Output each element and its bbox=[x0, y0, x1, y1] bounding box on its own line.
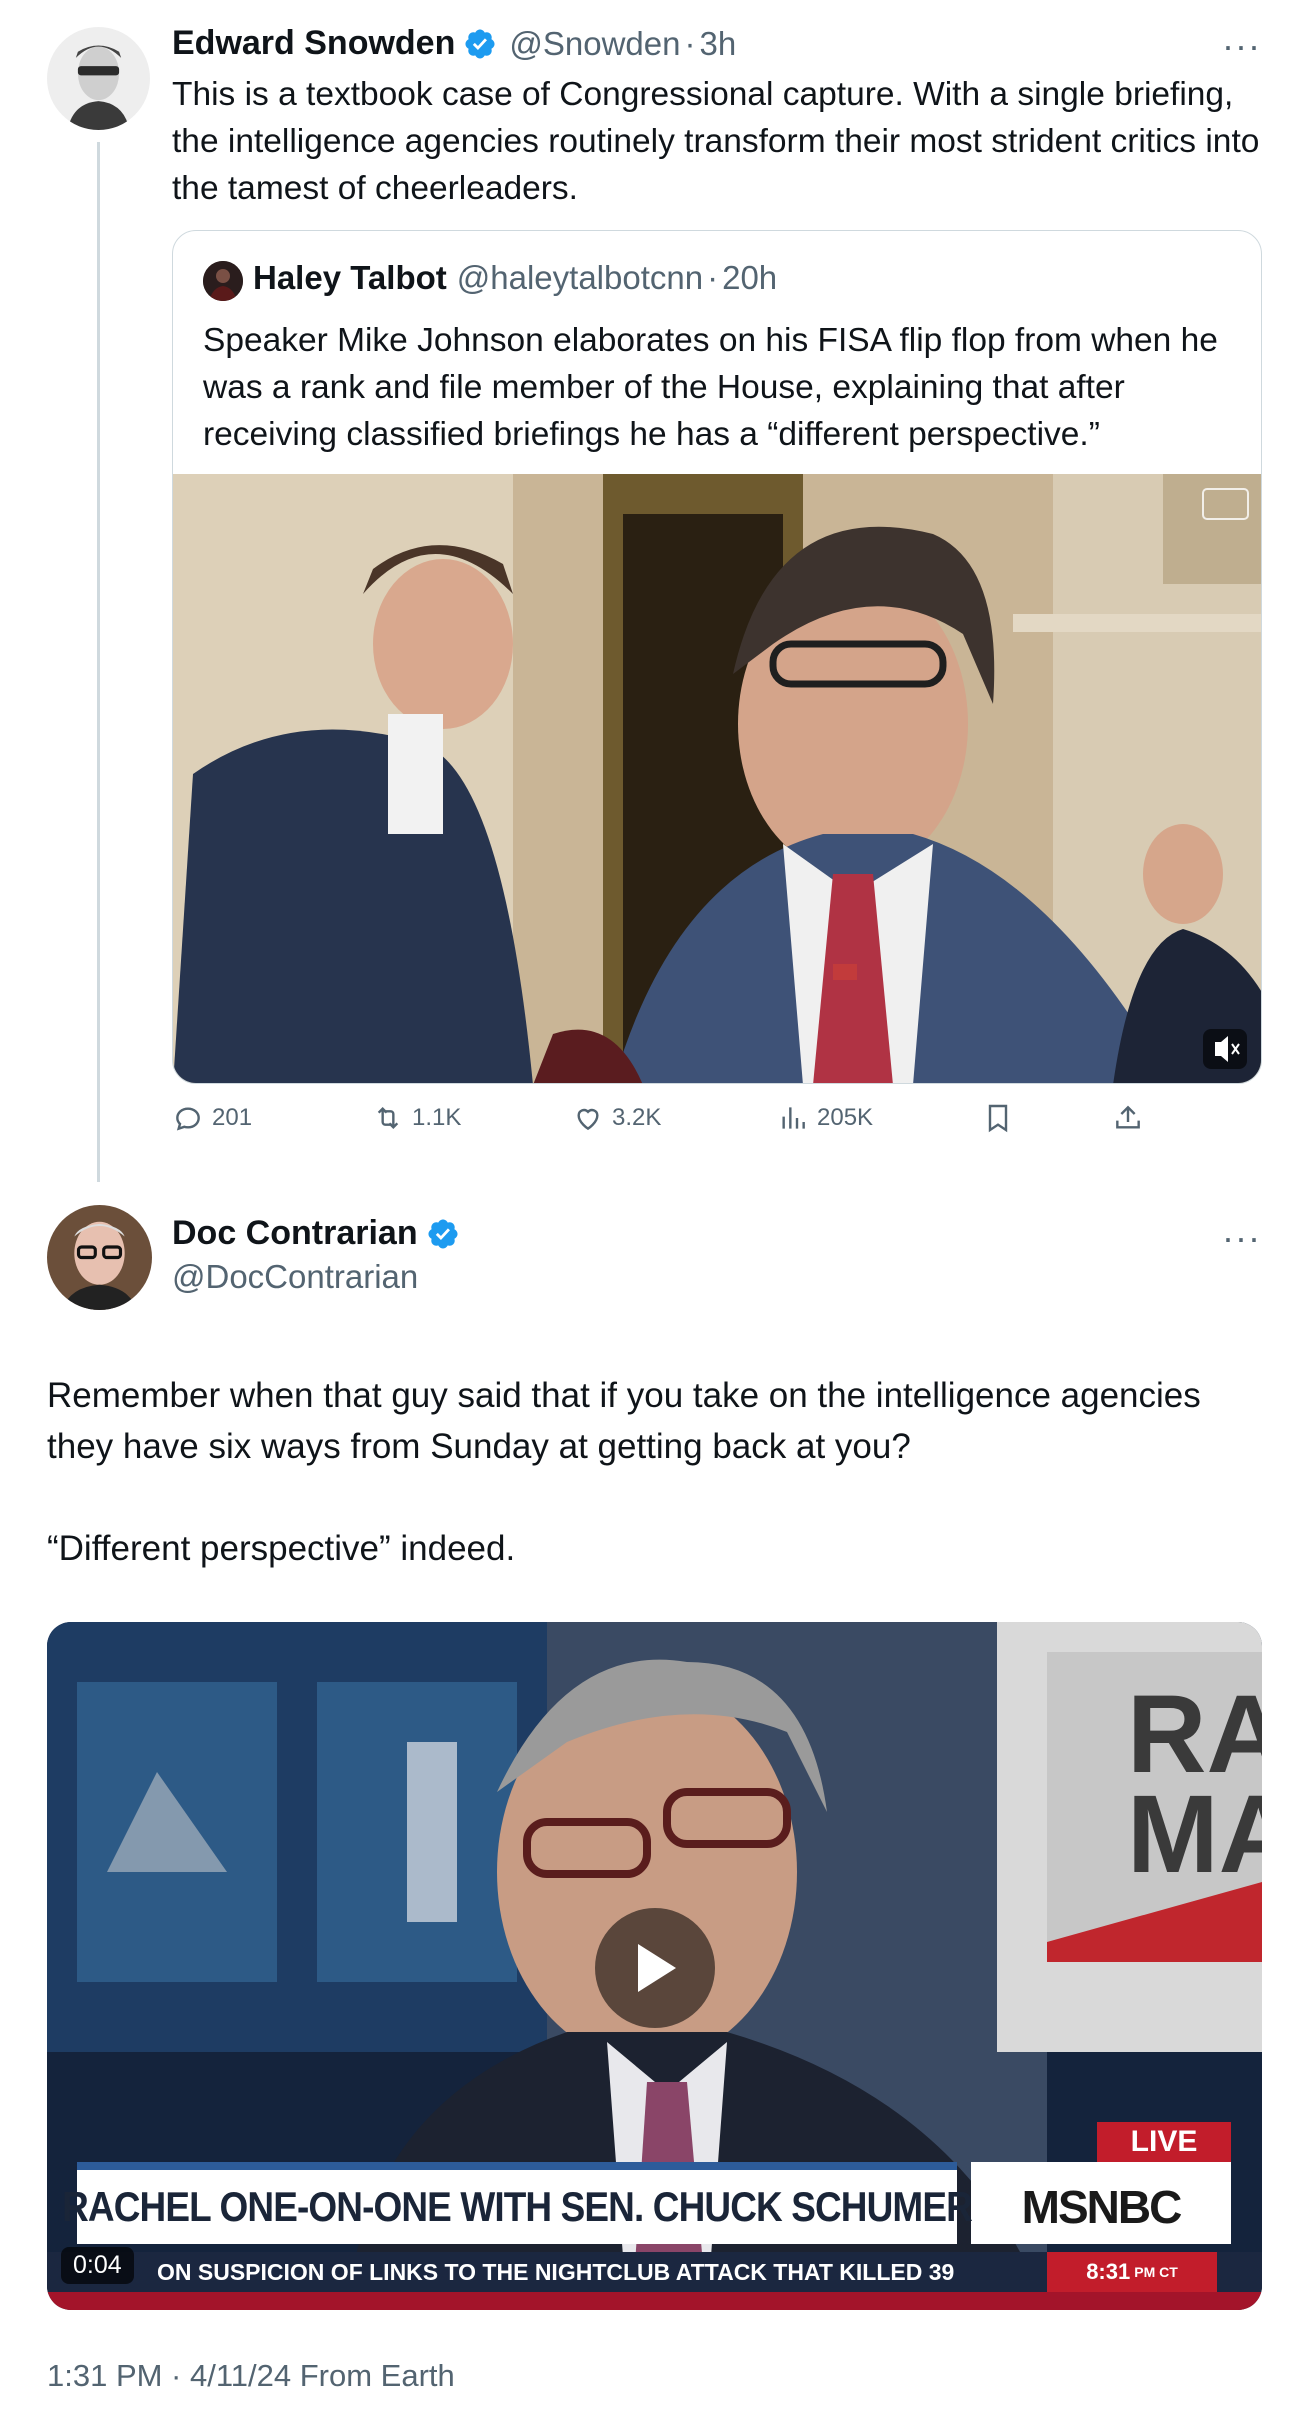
quoted-author-handle[interactable]: @haleytalbotcnn bbox=[457, 259, 703, 297]
views-icon bbox=[782, 1107, 805, 1129]
tweet1-header: Edward Snowden @Snowden · 3h bbox=[172, 24, 736, 63]
bookmark-button[interactable] bbox=[982, 1102, 1022, 1134]
svg-text:MA: MA bbox=[1127, 1773, 1262, 1896]
embedded-video[interactable]: RA MA RACHEL ONE-ON-ONE WITH SEN. CHUCK … bbox=[47, 1622, 1262, 2310]
views-count: 205K bbox=[817, 1104, 874, 1131]
timestamp[interactable]: 3h bbox=[699, 25, 736, 63]
author-handle[interactable]: @Snowden bbox=[509, 25, 680, 63]
author-name[interactable]: Edward Snowden bbox=[172, 24, 455, 63]
more-options-icon[interactable]: ··· bbox=[1222, 28, 1261, 64]
tweet-text-paragraph-2: “Different perspective” indeed. bbox=[47, 1529, 516, 1568]
repost-icon bbox=[377, 1106, 399, 1130]
quoted-tweet-text: Speaker Mike Johnson elaborates on his F… bbox=[203, 322, 1218, 453]
thread-connector-line bbox=[97, 142, 100, 1182]
like-button[interactable]: 3.2K bbox=[572, 1102, 661, 1134]
share-icon bbox=[1116, 1105, 1140, 1129]
quoted-author-name[interactable]: Haley Talbot bbox=[253, 259, 447, 297]
heart-icon bbox=[577, 1108, 599, 1131]
chyron-headline: RACHEL ONE-ON-ONE WITH SEN. CHUCK SCHUME… bbox=[62, 2183, 973, 2230]
reply-button[interactable]: 201 bbox=[172, 1102, 252, 1134]
quoted-tweet-header: Haley Talbot @haleytalbotcnn · 20h bbox=[253, 259, 777, 297]
views-button[interactable]: 205K bbox=[777, 1102, 873, 1134]
avatar-doc-contrarian[interactable] bbox=[47, 1205, 152, 1310]
separator-dot: · bbox=[684, 24, 696, 62]
network-logo: MSNBC bbox=[1021, 2181, 1183, 2233]
verified-badge-icon bbox=[428, 1218, 458, 1249]
news-ticker: ON SUSPICION OF LINKS TO THE NIGHTCLUB A… bbox=[157, 2258, 955, 2285]
like-count: 3.2K bbox=[612, 1104, 662, 1131]
avatar-edward-snowden[interactable] bbox=[47, 27, 150, 130]
verified-badge-icon bbox=[465, 28, 495, 59]
reply-count: 201 bbox=[212, 1104, 253, 1131]
author-name[interactable]: Doc Contrarian bbox=[172, 1214, 418, 1253]
repost-button[interactable]: 1.1K bbox=[372, 1102, 461, 1134]
quoted-video[interactable] bbox=[173, 474, 1261, 1083]
more-options-icon[interactable]: ··· bbox=[1222, 1220, 1261, 1256]
play-button[interactable] bbox=[595, 1908, 715, 2028]
tweet-action-bar: 201 1.1K 3.2K 205K bbox=[172, 1102, 1172, 1146]
bookmark-icon bbox=[988, 1104, 1008, 1133]
repost-count: 1.1K bbox=[412, 1104, 462, 1131]
ticker-clock: 8:31 PM CT bbox=[1047, 2252, 1217, 2292]
ticker-time-suffix: PM CT bbox=[1134, 2264, 1178, 2280]
quoted-tweet-card[interactable]: Haley Talbot @haleytalbotcnn · 20h Speak… bbox=[172, 230, 1262, 1084]
tweet-text-paragraph-1: Remember when that guy said that if you … bbox=[47, 1376, 1201, 1466]
play-icon bbox=[638, 1944, 676, 1992]
tweet-timestamp-footer[interactable]: 1:31 PM · 4/11/24 From Earth bbox=[47, 2358, 455, 2394]
ticker-time: 8:31 bbox=[1086, 2259, 1131, 2284]
live-badge: LIVE bbox=[1130, 2125, 1198, 2158]
share-button[interactable] bbox=[1112, 1102, 1152, 1134]
avatar-haley-talbot[interactable] bbox=[203, 261, 243, 301]
tweet-text: This is a textbook case of Congressional… bbox=[172, 76, 1260, 207]
separator-dot: · bbox=[707, 259, 719, 296]
video-duration: 0:04 bbox=[61, 2247, 134, 2284]
reply-icon bbox=[176, 1107, 200, 1131]
tweet2-header: Doc Contrarian bbox=[172, 1214, 460, 1253]
quoted-timestamp[interactable]: 20h bbox=[722, 259, 777, 297]
author-handle[interactable]: @DocContrarian bbox=[172, 1258, 418, 1296]
